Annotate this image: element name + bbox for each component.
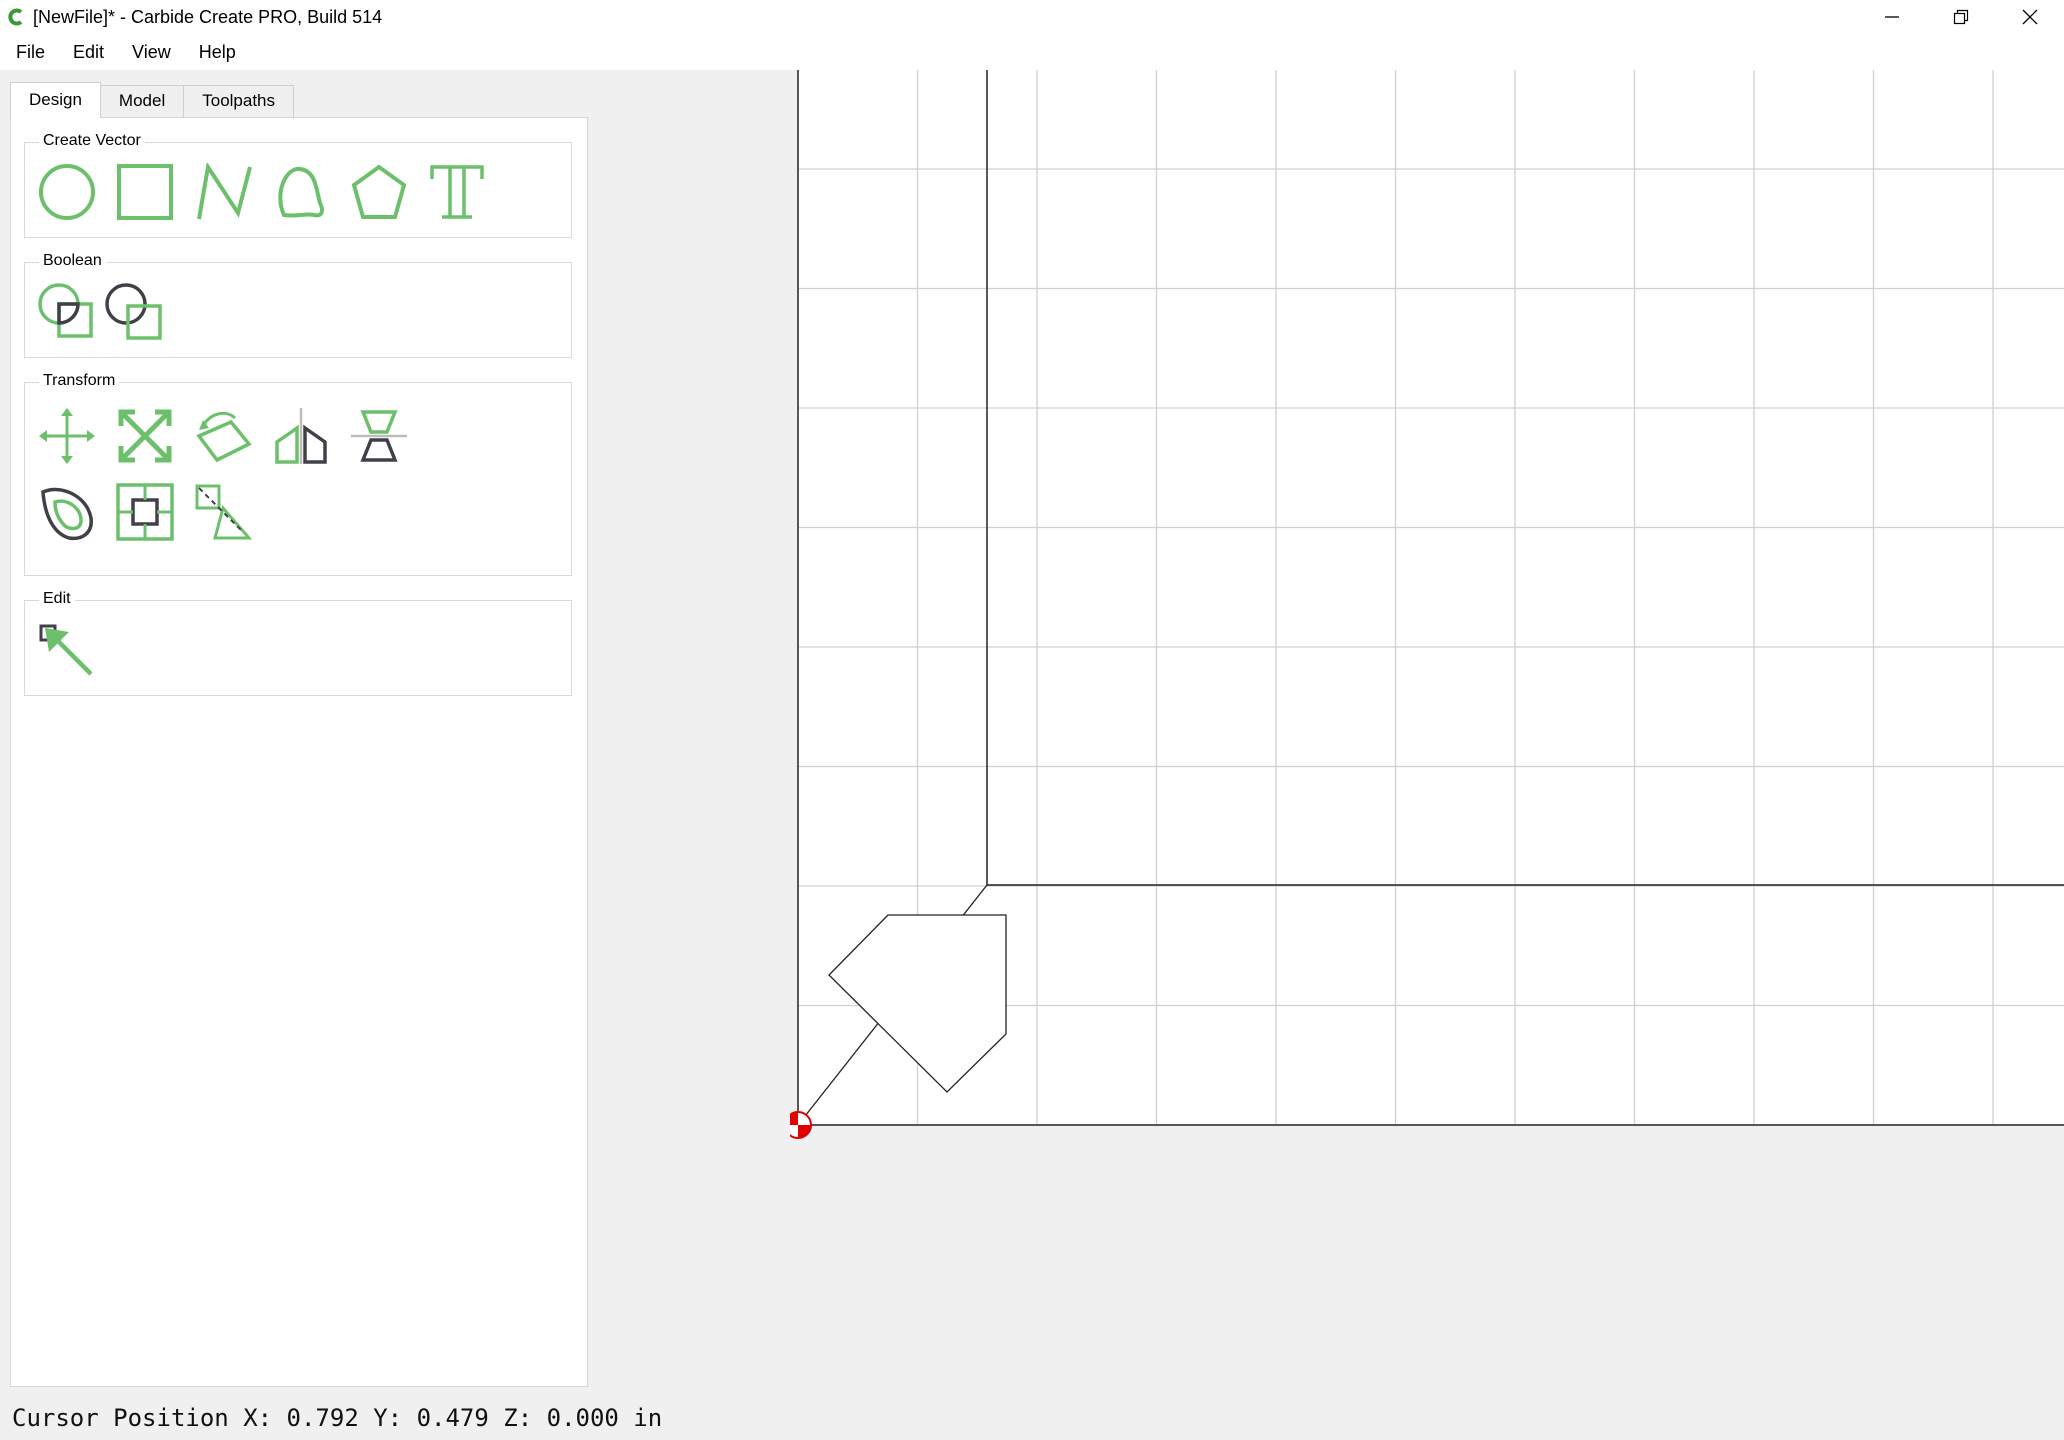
circle-tool-button[interactable] <box>36 161 98 223</box>
design-panel: Create Vector Boolean Transform Edit <box>10 117 588 1387</box>
rectangle-tool-button[interactable] <box>114 161 176 223</box>
minimize-icon <box>1884 16 1899 18</box>
tab-toolpaths[interactable]: Toolpaths <box>183 85 295 117</box>
polyline-tool-button[interactable] <box>192 161 254 223</box>
minimize-button[interactable] <box>1857 0 1926 34</box>
boolean-union-icon <box>105 283 162 340</box>
curve-icon <box>278 166 324 218</box>
group-create-vector: Create Vector <box>24 131 572 238</box>
align-tool-button[interactable] <box>114 481 176 543</box>
origin-marker <box>784 1111 812 1139</box>
rotate-icon <box>196 411 252 463</box>
tab-bar: Design Model Toolpaths <box>10 82 295 118</box>
menu-bar: File Edit View Help <box>0 34 2064 70</box>
group-label-boolean: Boolean <box>39 251 106 271</box>
menu-file[interactable]: File <box>4 34 57 70</box>
menu-help[interactable]: Help <box>187 34 248 70</box>
polygon-icon <box>351 164 407 219</box>
size-tool-button[interactable] <box>192 481 254 543</box>
offset-icon <box>41 487 93 541</box>
restore-button[interactable] <box>1926 0 1995 34</box>
window-controls <box>1857 0 2064 34</box>
design-canvas[interactable] <box>784 70 2064 1400</box>
rotate-tool-button[interactable] <box>192 405 254 467</box>
move-icon <box>39 408 95 464</box>
boolean-union-button[interactable] <box>103 281 165 343</box>
scale-tool-button[interactable] <box>114 405 176 467</box>
polyline-icon <box>197 163 252 220</box>
curve-tool-button[interactable] <box>270 161 332 223</box>
group-boolean: Boolean <box>24 251 572 358</box>
rectangle-icon <box>117 164 173 220</box>
tab-model[interactable]: Model <box>99 85 185 117</box>
menu-edit[interactable]: Edit <box>61 34 116 70</box>
mirror-horizontal-icon <box>275 408 327 464</box>
scale-icon <box>118 409 172 463</box>
restore-icon <box>1953 9 1968 25</box>
group-transform: Transform <box>24 371 572 576</box>
boolean-subtract-icon <box>38 283 93 338</box>
status-bar: Cursor Position X: 0.792 Y: 0.479 Z: 0.0… <box>0 1400 2064 1440</box>
move-tool-button[interactable] <box>36 405 98 467</box>
boolean-subtract-button[interactable] <box>36 281 98 343</box>
node-edit-button[interactable] <box>36 619 98 681</box>
left-panel: Design Model Toolpaths Create Vector Boo… <box>0 70 790 1400</box>
offset-tool-button[interactable] <box>36 481 98 543</box>
circle-icon <box>39 164 95 220</box>
node-edit-icon <box>39 624 93 676</box>
group-edit: Edit <box>24 589 572 696</box>
group-label-transform: Transform <box>39 371 120 391</box>
cursor-position-readout: Cursor Position X: 0.792 Y: 0.479 Z: 0.0… <box>12 1404 663 1432</box>
title-bar[interactable]: [NewFile]* - Carbide Create PRO, Build 5… <box>0 0 2064 34</box>
tab-design[interactable]: Design <box>10 82 101 118</box>
text-tool-button[interactable] <box>426 161 488 223</box>
close-icon <box>2022 9 2037 25</box>
window-title: [NewFile]* - Carbide Create PRO, Build 5… <box>33 6 383 27</box>
mirror-horizontal-button[interactable] <box>270 405 332 467</box>
menu-view[interactable]: View <box>120 34 183 70</box>
size-icon <box>195 484 253 540</box>
app-window: [NewFile]* - Carbide Create PRO, Build 5… <box>0 0 2064 1440</box>
group-label-edit: Edit <box>39 589 75 609</box>
close-button[interactable] <box>1995 0 2064 34</box>
mirror-vertical-icon <box>351 410 407 462</box>
text-icon <box>430 165 484 219</box>
align-icon <box>116 483 174 541</box>
mirror-vertical-button[interactable] <box>348 405 410 467</box>
carbide-c-icon <box>6 7 26 27</box>
polygon-tool-button[interactable] <box>348 161 410 223</box>
canvas-drawing <box>784 70 2064 1139</box>
group-label-create-vector: Create Vector <box>39 131 145 151</box>
